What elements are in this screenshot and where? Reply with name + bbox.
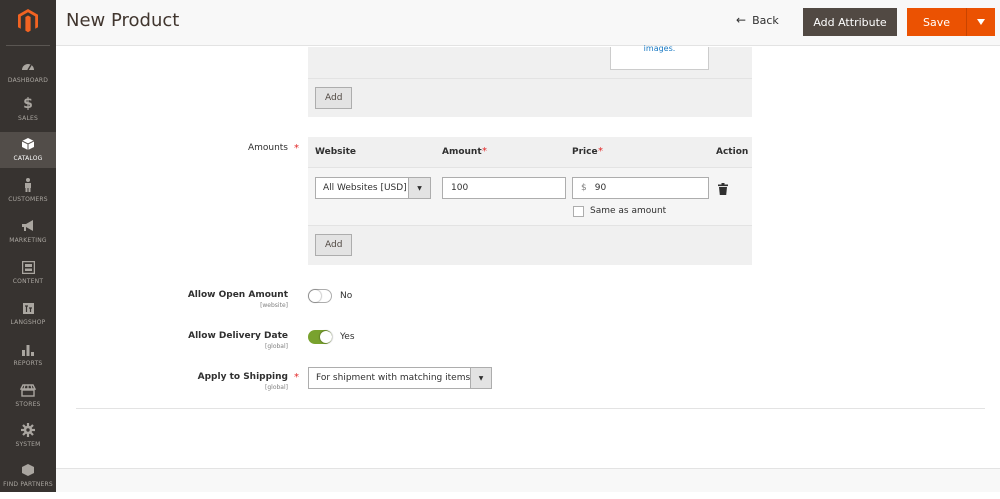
allow-delivery-date-scope: [global] <box>265 343 288 350</box>
page-footer <box>56 468 1000 492</box>
nav-reports[interactable]: REPORTS <box>0 340 56 378</box>
table-row: All Websites [USD] ▼ 100 $ 90 Same as am… <box>308 168 752 225</box>
layout-icon <box>18 258 38 276</box>
amounts-table: Website Amount * Price * Action All Webs… <box>308 137 752 265</box>
price-input-value: 90 <box>594 183 607 193</box>
speedometer-icon <box>18 57 38 75</box>
nav-system[interactable]: SYSTEM <box>0 421 56 459</box>
same-as-amount-checkbox[interactable] <box>573 206 584 217</box>
bar-chart-icon <box>18 340 38 358</box>
nav-catalog-label: CATALOG <box>13 155 43 162</box>
arrow-left-icon: ← <box>736 13 747 27</box>
nav-system-label: SYSTEM <box>15 441 41 448</box>
apply-to-shipping-value: For shipment with matching items <box>316 373 471 383</box>
same-as-amount-label: Same as amount <box>590 206 667 216</box>
nav-customers-label: CUSTOMERS <box>8 196 48 203</box>
website-select[interactable]: All Websites [USD] ▼ <box>315 177 431 199</box>
nav-content[interactable]: CONTENT <box>0 258 56 296</box>
nav-find-partners-label: FIND PARTNERS <box>3 481 53 488</box>
amount-required-mark: * <box>482 146 487 157</box>
nav-langshop-label: LANGSHOP <box>10 319 46 326</box>
price-currency-symbol: $ <box>581 183 587 193</box>
allow-delivery-date-label: Allow Delivery Date <box>188 331 288 341</box>
allow-delivery-date-value: Yes <box>340 332 355 342</box>
nav-marketing-label: MARKETING <box>9 237 47 244</box>
save-options-dropdown[interactable] <box>967 19 995 25</box>
megaphone-icon <box>18 217 38 235</box>
amounts-add-button[interactable]: Add <box>315 234 353 256</box>
column-price: Price <box>572 147 598 157</box>
allow-open-amount-toggle[interactable] <box>308 289 332 303</box>
section-divider <box>76 408 985 409</box>
page-title: New Product <box>66 10 180 31</box>
image-upload-text: images. <box>643 44 676 53</box>
nav-sales[interactable]: $ SALES <box>0 95 56 133</box>
nav-customers[interactable]: CUSTOMERS <box>0 176 56 214</box>
back-button[interactable]: ← Back <box>736 13 779 27</box>
toggle-knob <box>320 331 332 343</box>
nav-dashboard-label: DASHBOARD <box>7 77 49 84</box>
allow-open-amount-scope: [website] <box>260 302 288 309</box>
add-attribute-button[interactable]: Add Attribute <box>803 8 897 36</box>
nav-sales-label: SALES <box>18 115 38 122</box>
caret-down-icon <box>977 19 985 25</box>
nav-marketing[interactable]: MARKETING <box>0 217 56 255</box>
allow-delivery-date-toggle[interactable] <box>308 330 332 344</box>
back-button-label: Back <box>752 13 779 27</box>
apply-to-shipping-select[interactable]: For shipment with matching items ▼ <box>308 367 492 389</box>
langshop-icon <box>18 299 38 317</box>
chevron-down-icon: ▼ <box>470 368 491 388</box>
price-input[interactable]: $ 90 <box>572 177 709 199</box>
gear-icon <box>18 421 38 439</box>
amounts-required-mark: * <box>294 143 299 154</box>
trash-icon[interactable] <box>718 180 728 199</box>
dollar-icon: $ <box>23 96 33 112</box>
nav-reports-label: REPORTS <box>13 360 43 367</box>
product-form: images. Add Amounts * Website Amount * P… <box>56 44 1000 468</box>
cube-icon <box>18 135 38 153</box>
partners-icon <box>18 461 38 479</box>
chevron-down-icon: ▼ <box>408 178 430 198</box>
person-icon <box>18 176 38 194</box>
images-panel-divider <box>308 78 752 79</box>
nav-catalog[interactable]: CATALOG <box>0 132 56 168</box>
apply-to-shipping-label: Apply to Shipping <box>197 372 288 382</box>
apply-to-shipping-scope: [global] <box>265 384 288 391</box>
column-amount: Amount <box>442 147 482 157</box>
save-button-label: Save <box>922 15 950 29</box>
save-button[interactable]: Save <box>907 8 995 36</box>
storefront-icon <box>18 381 38 399</box>
apply-to-shipping-required-mark: * <box>294 372 299 383</box>
toggle-knob <box>309 290 321 302</box>
allow-open-amount-label: Allow Open Amount <box>187 290 288 300</box>
amounts-label: Amounts <box>247 143 288 153</box>
nav-find-partners[interactable]: FIND PARTNERS <box>0 461 56 499</box>
nav-langshop[interactable]: LANGSHOP <box>0 299 56 337</box>
admin-sidebar: DASHBOARD $ SALES CATALOG CUSTOMERS MARK… <box>0 0 56 492</box>
nav-stores[interactable]: STORES <box>0 381 56 419</box>
column-action: Action <box>716 147 749 157</box>
nav-content-label: CONTENT <box>12 278 44 285</box>
images-add-button[interactable]: Add <box>315 87 353 109</box>
magento-logo-icon[interactable] <box>0 0 56 42</box>
sidebar-divider <box>6 45 50 46</box>
nav-dashboard[interactable]: DASHBOARD <box>0 57 56 95</box>
website-select-value: All Websites [USD] <box>323 183 407 193</box>
images-panel: images. Add <box>308 44 752 117</box>
image-upload-box[interactable]: images. <box>610 44 709 70</box>
nav-stores-label: STORES <box>15 401 41 408</box>
price-required-mark: * <box>598 146 603 157</box>
column-website: Website <box>315 147 357 157</box>
table-footer-divider <box>308 225 752 226</box>
allow-open-amount-value: No <box>340 291 353 301</box>
page-header: New Product ← Back Add Attribute Save <box>56 0 1000 46</box>
amount-input[interactable]: 100 <box>442 177 566 199</box>
